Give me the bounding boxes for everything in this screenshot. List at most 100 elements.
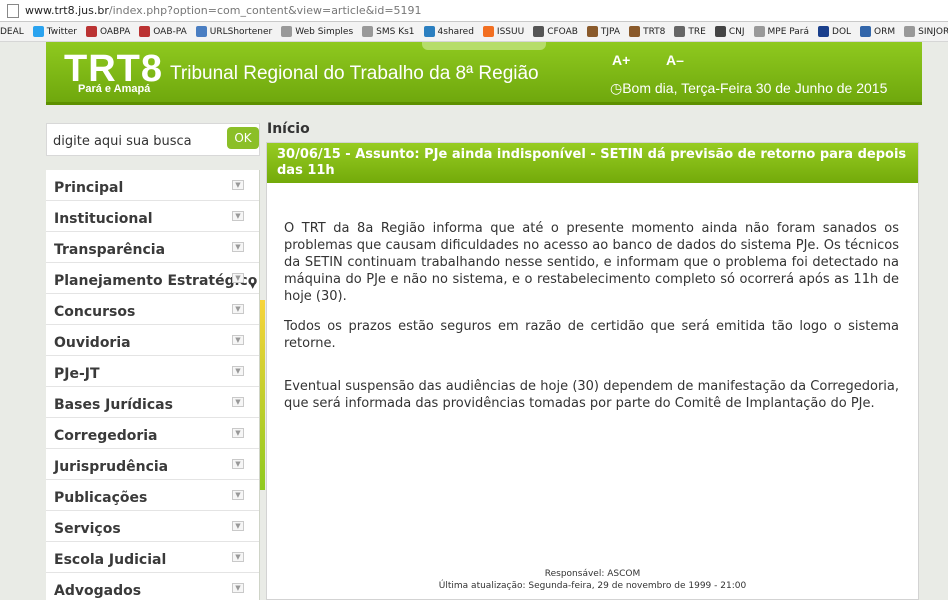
bookmark-label: CNJ [728,26,745,37]
bookmark-item[interactable]: CNJ [714,26,745,37]
bookmark-item[interactable]: ORM [860,26,895,37]
sidebar-menu-item[interactable]: PJe-JT ▼ [46,356,259,387]
bookmark-label: Web Simples [295,26,354,37]
sidebar-menu-label: PJe-JT [54,366,100,382]
sidebar-menu-label: Escola Judicial [54,552,167,568]
bookmark-label: Twitter [46,26,77,37]
chevron-down-icon[interactable]: ▼ [232,211,244,221]
chevron-down-icon[interactable]: ▼ [232,459,244,469]
oab-icon [533,26,545,37]
responsible-text: Responsável: ASCOM [544,569,641,579]
article-footer: Responsável: ASCOM Última atualização: S… [267,568,918,592]
bookmark-item[interactable]: SMS Ks1 [362,26,415,37]
sidebar-menu-label: Principal [54,180,124,196]
orm-icon [860,26,872,37]
bookmark-label: TJPA [600,26,621,37]
sidebar-menu-item[interactable]: Principal ▼ [46,170,259,201]
oab-icon [85,26,97,37]
page-icon [753,26,765,37]
sidebar-menu-label: Planejamento Estratégico [54,273,258,289]
breadcrumb[interactable]: Início [267,121,310,137]
bookmark-label: DEAL [0,26,24,37]
sidebar-menu-item[interactable]: Planejamento Estratégico ▼ [46,263,259,294]
bookmark-label: OAB-PA [153,26,187,37]
url-host[interactable]: www.trt8.jus.br [25,4,109,17]
sidebar-menu-label: Advogados [54,583,142,599]
sidebar-menu-item[interactable]: Institucional ▼ [46,201,259,232]
site-logo-subtitle: Pará e Amapá [78,83,151,95]
tre-icon [674,26,686,37]
bookmark-item[interactable]: MPE Pará [753,26,810,37]
bookmark-item[interactable]: SINJOR-PA [904,26,948,37]
bookmark-item[interactable]: TRE [674,26,706,37]
bookmark-item[interactable]: TJPA [586,26,621,37]
chevron-down-icon[interactable]: ▼ [232,428,244,438]
bookmark-label: DOL [832,26,852,37]
scale-icon [586,26,598,37]
bookmark-item[interactable]: DEAL [0,27,24,37]
sidebar-menu-item[interactable]: Concursos ▼ [46,294,259,325]
bookmark-label: MPE Pará [767,26,810,37]
greeting-text: Bom dia, Terça-Feira 30 de Junho de 2015 [622,80,888,96]
chevron-down-icon[interactable]: ▼ [232,397,244,407]
sidebar-menu-label: Jurisprudência [54,459,169,475]
bookmark-item[interactable]: DOL [818,26,851,37]
article-panel: 30/06/15 - Assunto: PJe ainda indisponív… [266,142,919,600]
sidebar-menu-label: Transparência [54,242,166,258]
chevron-down-icon[interactable]: ▼ [232,273,244,283]
page-icon [904,26,916,37]
clock-icon: ◷ [610,80,623,96]
site-title: Tribunal Regional do Trabalho da 8ª Regi… [170,63,539,84]
bookmark-item[interactable]: 4shared [423,26,474,37]
chevron-down-icon[interactable]: ▼ [232,521,244,531]
menu-scroll-handle[interactable]: ▼ [248,268,260,298]
sidebar-menu-item[interactable]: Escola Judicial ▼ [46,542,259,573]
sidebar-menu-label: Bases Jurídicas [54,397,173,413]
sidebar-menu-item[interactable]: Bases Jurídicas ▼ [46,387,259,418]
sidebar-menu-label: Ouvidoria [54,335,131,351]
bookmark-label: SMS Ks1 [376,26,415,37]
sidebar-menu-label: Concursos [54,304,136,320]
bookmark-item[interactable]: CFOAB [533,26,578,37]
sidebar-menu-item[interactable]: Corregedoria ▼ [46,418,259,449]
chevron-down-icon[interactable]: ▼ [232,552,244,562]
sidebar-menu-label: Corregedoria [54,428,158,444]
scroll-down-icon: ▼ [250,282,256,290]
chevron-down-icon[interactable]: ▼ [232,366,244,376]
bookmark-item[interactable]: Twitter [32,26,77,37]
page-icon [281,26,293,37]
bookmark-label: SINJOR-PA [918,26,948,37]
sidebar-menu-item[interactable]: Jurisprudência ▼ [46,449,259,480]
bookmark-item[interactable]: OAB-PA [139,26,187,37]
link-icon [195,26,207,37]
url-path[interactable]: /index.php?option=com_content&view=artic… [109,4,422,17]
sidebar-menu-item[interactable]: Serviços ▼ [46,511,259,542]
search-input[interactable] [53,131,223,151]
chevron-down-icon[interactable]: ▼ [232,242,244,252]
sidebar-menu-item[interactable]: Transparência ▼ [46,232,259,263]
bookmark-item[interactable]: OABPA [85,26,131,37]
chevron-down-icon[interactable]: ▼ [232,490,244,500]
sidebar-menu-item[interactable]: Advogados ▼ [46,573,259,600]
article-title: 30/06/15 - Assunto: PJe ainda indisponív… [267,143,918,183]
bookmark-label: TRT8 [643,26,666,37]
font-increase-button[interactable]: A+ [612,52,630,68]
bookmark-item[interactable]: TRT8 [629,26,665,37]
search-ok-button[interactable]: OK [227,127,259,149]
chevron-down-icon[interactable]: ▼ [232,335,244,345]
font-decrease-button[interactable]: A– [666,52,684,68]
sidebar-menu-item[interactable]: Ouvidoria ▼ [46,325,259,356]
sidebar-menu: Principal ▼ Institucional ▼ Transparência ▼ Pl… [46,170,260,600]
chevron-down-icon[interactable]: ▼ [232,180,244,190]
bookmark-item[interactable]: Web Simples [281,26,353,37]
chevron-down-icon[interactable]: ▼ [232,304,244,314]
4shared-icon [423,26,435,37]
bookmark-item[interactable]: ISSUU [482,26,524,37]
twitter-bird-icon [32,26,44,37]
sidebar-menu-item[interactable]: Publicações ▼ [46,480,259,511]
scale-icon [629,26,641,37]
chevron-down-icon[interactable]: ▼ [232,583,244,593]
bookmark-item[interactable]: URLShortener [195,26,272,37]
address-bar[interactable]: www.trt8.jus.br/index.php?option=com_con… [0,0,948,22]
bookmark-label: OABPA [99,26,131,37]
